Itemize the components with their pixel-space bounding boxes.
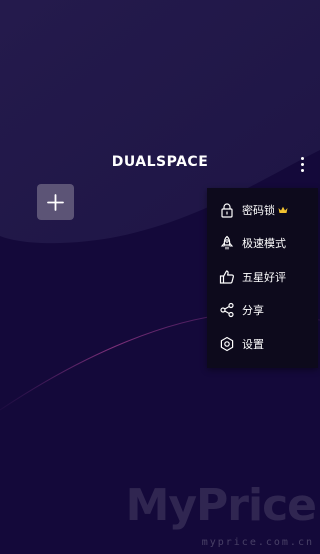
crown-icon <box>278 206 288 214</box>
add-app-button[interactable] <box>37 184 74 220</box>
overflow-menu: 密码锁 极速模式 五星好评 分享 设置 <box>207 188 318 368</box>
watermark-url: myprice.com.cn <box>201 537 314 548</box>
settings-icon <box>218 335 236 353</box>
menu-item-label: 分享 <box>242 304 264 318</box>
menu-item-share[interactable]: 分享 <box>207 294 318 328</box>
menu-item-label: 设置 <box>242 337 264 351</box>
plus-icon <box>47 194 64 211</box>
menu-item-settings[interactable]: 设置 <box>207 327 318 361</box>
menu-item-rate-five-stars[interactable]: 五星好评 <box>207 260 318 294</box>
more-dot-icon <box>300 162 304 166</box>
app-logo: DUALSPACE <box>111 154 209 170</box>
more-options-button[interactable] <box>292 152 312 176</box>
menu-item-speed-mode[interactable]: 极速模式 <box>207 227 318 261</box>
menu-item-password-lock[interactable]: 密码锁 <box>207 193 318 227</box>
share-icon <box>218 301 236 319</box>
watermark-brand: MyPrice <box>125 480 317 531</box>
thumbs-up-icon <box>218 268 236 286</box>
more-dot-icon <box>300 156 304 160</box>
menu-item-label: 五星好评 <box>242 270 286 284</box>
more-dot-icon <box>300 168 304 172</box>
lock-icon <box>218 201 236 219</box>
menu-item-label: 极速模式 <box>242 237 286 251</box>
menu-item-label: 密码锁 <box>242 203 275 217</box>
rocket-icon <box>218 234 236 252</box>
